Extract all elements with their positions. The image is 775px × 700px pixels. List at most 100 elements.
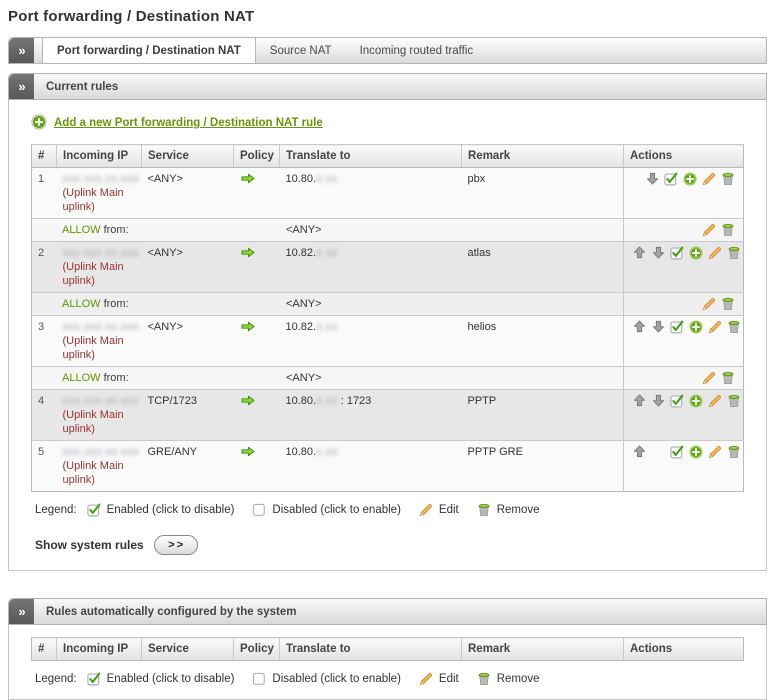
- remark-cell: PPTP: [462, 390, 624, 441]
- enabled-checkbox-icon[interactable]: [670, 445, 684, 459]
- edit-icon[interactable]: [708, 320, 722, 334]
- incoming-ip-cell: xxx.xxx.xx.xxx (Uplink Main uplink): [57, 168, 142, 219]
- legend-edit: Edit: [439, 673, 459, 685]
- enabled-checkbox-icon[interactable]: [670, 394, 684, 408]
- actions-cell: [624, 367, 744, 390]
- translate-ip-redacted: x.xx: [316, 395, 338, 407]
- actions-cell: [624, 242, 744, 293]
- enabled-checkbox-icon[interactable]: [670, 246, 684, 260]
- legend-label: Legend:: [35, 673, 77, 685]
- legend-disabled: Disabled (click to enable): [272, 504, 400, 516]
- policy-allow-arrow-icon: [240, 394, 256, 411]
- rule-number: 4: [32, 390, 57, 441]
- rule-number: 5: [32, 441, 57, 492]
- policy-cell: [234, 242, 280, 293]
- edit-icon[interactable]: [708, 246, 722, 260]
- col-service: Service: [142, 145, 234, 168]
- uplink-label: uplink): [63, 348, 136, 362]
- uplink-label: (Uplink Main: [63, 459, 136, 473]
- enabled-checkbox-icon[interactable]: [664, 172, 678, 186]
- col-incoming-ip: Incoming IP: [57, 638, 142, 661]
- rule-row-2: 2 xxx.xxx.xx.xxx (Uplink Main uplink) <A…: [32, 242, 744, 293]
- add-rule-after-icon[interactable]: [689, 320, 703, 334]
- col-remark: Remark: [462, 145, 624, 168]
- remove-icon[interactable]: [727, 320, 741, 334]
- uplink-label: (Uplink Main: [63, 408, 136, 422]
- incoming-ip-cell: xxx.xxx.xx.xxx (Uplink Main uplink): [57, 441, 142, 492]
- incoming-ip-redacted: xxx.xxx.xx.xxx: [63, 320, 136, 334]
- edit-icon: [419, 503, 433, 517]
- service-cell: <ANY>: [142, 316, 234, 367]
- remark-cell: pbx: [462, 168, 624, 219]
- legend-enabled: Enabled (click to disable): [107, 673, 235, 685]
- add-rule-row: Add a new Port forwarding / Destination …: [31, 114, 744, 132]
- uplink-label: (Uplink Main: [63, 186, 136, 200]
- remove-icon[interactable]: [721, 297, 735, 311]
- rule-row-5: 5 xxx.xxx.xx.xxx (Uplink Main uplink) GR…: [32, 441, 744, 492]
- tab-port-forwarding-destination-nat[interactable]: Port forwarding / Destination NAT: [42, 38, 256, 63]
- tabs-chevron-icon[interactable]: »: [9, 38, 34, 63]
- tab-source-nat[interactable]: Source NAT: [256, 38, 346, 63]
- add-rule-after-icon[interactable]: [689, 445, 703, 459]
- remove-icon[interactable]: [721, 223, 735, 237]
- show-system-rules-button[interactable]: >>: [154, 535, 198, 555]
- move-up-icon[interactable]: [632, 445, 646, 459]
- move-up-icon[interactable]: [632, 394, 646, 408]
- edit-icon[interactable]: [702, 297, 716, 311]
- legend: Legend: Enabled (click to disable) Disab…: [31, 672, 744, 686]
- remove-icon[interactable]: [721, 172, 735, 186]
- legend-enabled: Enabled (click to disable): [107, 504, 235, 516]
- service-cell: <ANY>: [142, 168, 234, 219]
- rule-row-4: 4 xxx.xxx.xx.xxx (Uplink Main uplink) TC…: [32, 390, 744, 441]
- actions-cell: [624, 390, 744, 441]
- policy-allow-arrow-icon: [240, 246, 256, 263]
- edit-icon[interactable]: [702, 371, 716, 385]
- col-actions: Actions: [624, 145, 744, 168]
- remove-icon[interactable]: [727, 246, 741, 260]
- col-number: #: [32, 145, 57, 168]
- legend-remove: Remove: [497, 673, 540, 685]
- edit-icon[interactable]: [708, 445, 722, 459]
- col-translate-to: Translate to: [280, 145, 462, 168]
- remark-cell: PPTP GRE: [462, 441, 624, 492]
- disabled-checkbox-icon: [252, 672, 266, 686]
- actions-cell: [624, 293, 744, 316]
- allow-cell: ALLOW from: <ANY>: [32, 219, 624, 242]
- move-down-icon[interactable]: [651, 246, 665, 260]
- system-rules-table: # Incoming IP Service Policy Translate t…: [31, 637, 744, 661]
- col-translate-to: Translate to: [280, 638, 462, 661]
- move-up-icon[interactable]: [632, 320, 646, 334]
- edit-icon[interactable]: [702, 172, 716, 186]
- policy-allow-arrow-icon: [240, 320, 256, 337]
- translate-ip-redacted: x.xx: [316, 321, 338, 333]
- add-rule-icon[interactable]: [31, 114, 47, 133]
- edit-icon[interactable]: [702, 223, 716, 237]
- move-down-icon[interactable]: [651, 394, 665, 408]
- move-down-icon[interactable]: [651, 320, 665, 334]
- allow-cell: ALLOW from: <ANY>: [32, 293, 624, 316]
- enabled-checkbox-icon[interactable]: [670, 320, 684, 334]
- legend-label: Legend:: [35, 504, 77, 516]
- tab-incoming-routed-traffic[interactable]: Incoming routed traffic: [346, 38, 488, 63]
- edit-icon[interactable]: [708, 394, 722, 408]
- add-rule-after-icon[interactable]: [689, 246, 703, 260]
- service-cell: GRE/ANY: [142, 441, 234, 492]
- translate-ip-redacted: x.xx: [316, 247, 338, 259]
- incoming-ip-cell: xxx.xxx.xx.xxx (Uplink Main uplink): [57, 390, 142, 441]
- remove-icon[interactable]: [727, 394, 741, 408]
- actions-cell: [624, 316, 744, 367]
- add-rule-after-icon[interactable]: [683, 172, 697, 186]
- rule-row-3: 3 xxx.xxx.xx.xxx (Uplink Main uplink) <A…: [32, 316, 744, 367]
- section-chevron-icon[interactable]: »: [9, 74, 34, 99]
- remove-icon[interactable]: [727, 445, 741, 459]
- allow-cell: ALLOW from: <ANY>: [32, 367, 624, 390]
- section-chevron-icon[interactable]: »: [9, 599, 34, 624]
- current-rules-title: Current rules: [34, 74, 118, 99]
- remove-icon[interactable]: [721, 371, 735, 385]
- legend-remove: Remove: [497, 504, 540, 516]
- add-rule-after-icon[interactable]: [689, 394, 703, 408]
- move-down-icon[interactable]: [645, 172, 659, 186]
- add-rule-link[interactable]: Add a new Port forwarding / Destination …: [54, 117, 323, 129]
- system-rules-panel: # Incoming IP Service Policy Translate t…: [8, 625, 767, 700]
- move-up-icon[interactable]: [632, 246, 646, 260]
